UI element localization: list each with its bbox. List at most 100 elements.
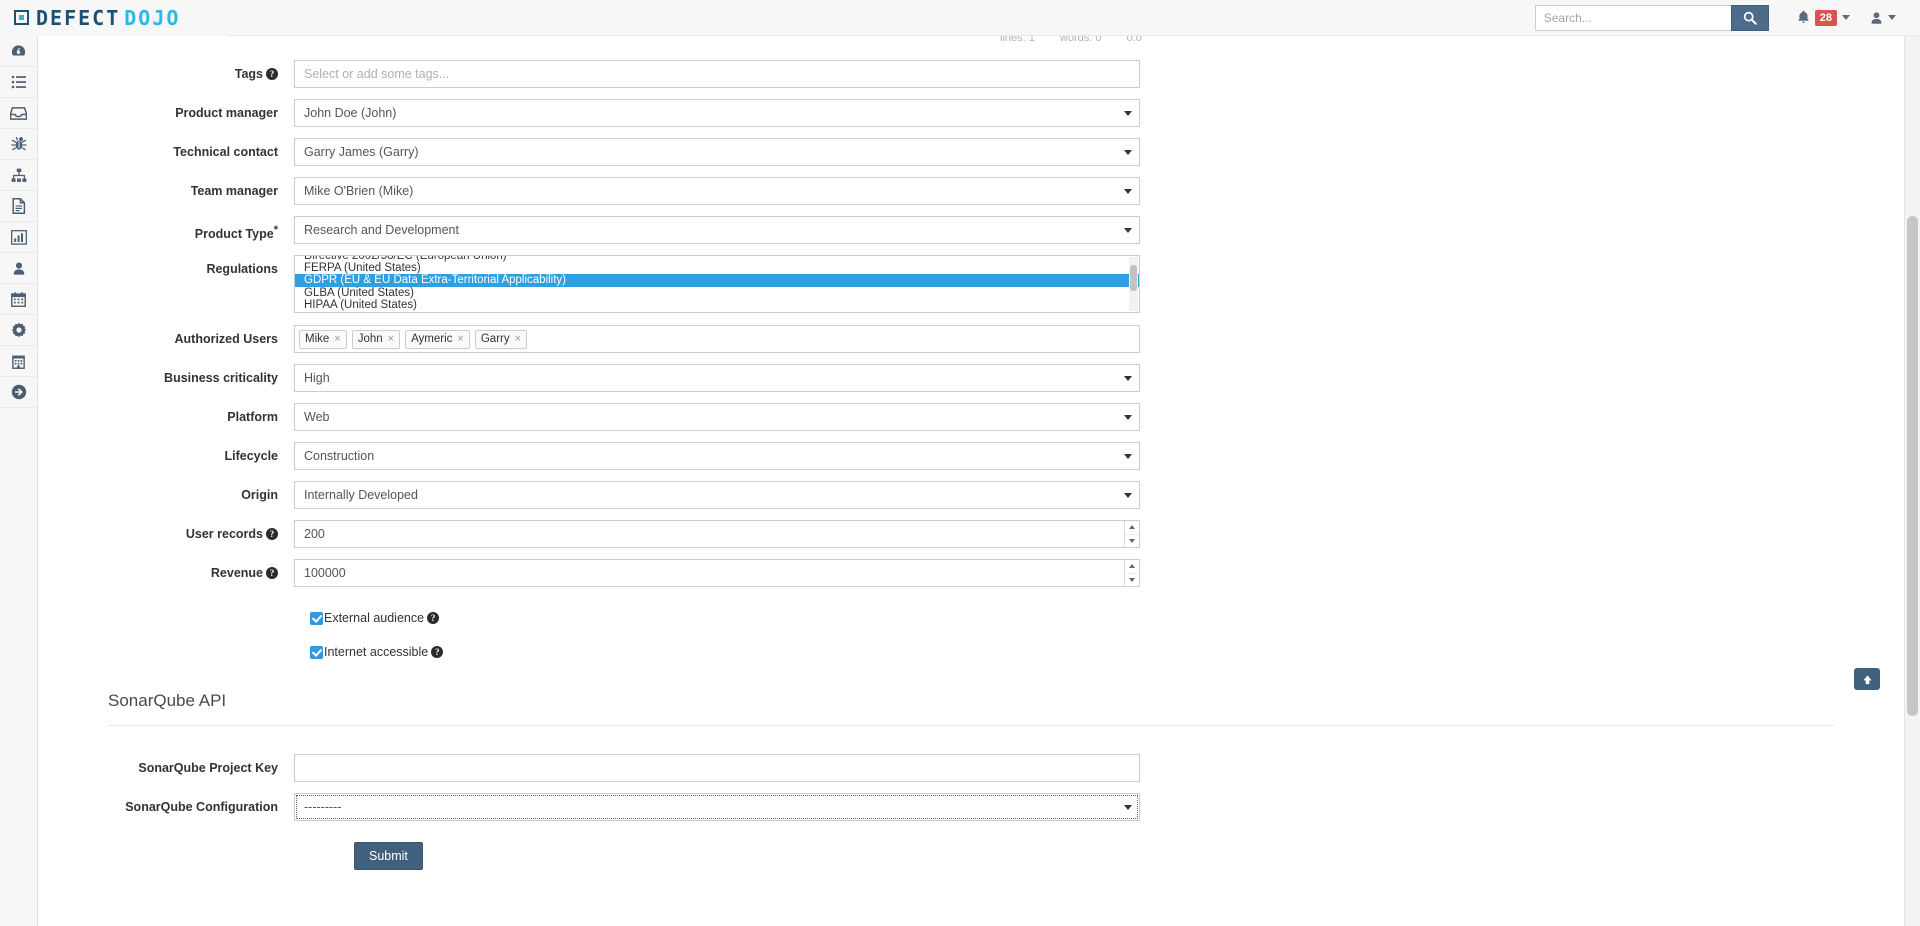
sidebar-item-users[interactable] (0, 253, 37, 284)
sonarqube-project-key-input[interactable] (294, 754, 1140, 782)
defectdojo-logo: DEFECT DOJO (14, 8, 180, 28)
notifications-menu[interactable]: 28 (1787, 0, 1860, 36)
user-records-stepper[interactable] (1124, 521, 1139, 547)
business-criticality-select[interactable]: High (294, 364, 1140, 392)
sonarqube-section-title: SonarQube API (108, 691, 227, 710)
search-icon (1743, 11, 1757, 25)
sidebar-item-settings[interactable] (0, 315, 37, 346)
internet-accessible-label[interactable]: Internet accessible (324, 645, 428, 659)
origin-select[interactable]: Internally Developed (294, 481, 1140, 509)
sidebar-item-organization[interactable] (0, 346, 37, 377)
sidebar-item-expand[interactable] (0, 377, 37, 408)
regulations-scrollbar-thumb[interactable] (1130, 265, 1137, 291)
chip-label: Aymeric (411, 332, 453, 345)
arrow-circle-right-icon (11, 384, 26, 400)
search-button[interactable] (1730, 4, 1769, 31)
chevron-down-icon (1121, 482, 1135, 508)
sidebar-item-vulnerabilities[interactable] (0, 129, 37, 160)
user-records-input[interactable] (294, 520, 1140, 548)
revenue-input[interactable] (294, 559, 1140, 587)
brand-logo[interactable]: DEFECT DOJO (0, 0, 228, 36)
chip-remove-icon[interactable]: × (457, 332, 463, 347)
regulation-option[interactable]: HIPAA (United States) (295, 299, 1139, 311)
sidebar-item-products[interactable] (0, 160, 37, 191)
chevron-down-icon (1121, 100, 1135, 126)
business-criticality-value: High (304, 371, 330, 385)
editor-status-bar: lines: 1 words: 0 0.0 (1000, 36, 1164, 44)
platform-select[interactable]: Web (294, 403, 1140, 431)
external-audience-checkbox[interactable] (310, 611, 323, 625)
inbox-icon (10, 106, 27, 120)
chevron-down-icon (1121, 365, 1135, 391)
sidebar-item-reports[interactable] (0, 191, 37, 222)
logo-square-icon (14, 10, 29, 25)
revenue-stepper[interactable] (1124, 560, 1139, 586)
stepper-down-icon[interactable] (1125, 535, 1139, 548)
authorized-user-chip: John × (351, 329, 401, 349)
chip-remove-icon[interactable]: × (388, 332, 394, 347)
regulation-option[interactable]: Directive 2002/58/EC (European Union) (295, 256, 1139, 262)
required-marker: * (273, 224, 278, 236)
label-user-records: User records? (38, 520, 294, 541)
regulations-listbox[interactable]: Directive 2002/58/EC (European Union) FER… (294, 255, 1140, 313)
help-icon[interactable]: ? (266, 68, 278, 80)
field-row-lifecycle: Lifecycle Construction (38, 442, 1904, 470)
internet-accessible-checkbox[interactable] (310, 645, 323, 659)
field-row-team-manager: Team manager Mike O'Brien (Mike) (38, 177, 1904, 205)
chevron-down-icon (1121, 794, 1135, 820)
help-icon[interactable]: ? (266, 567, 278, 579)
stepper-down-icon[interactable] (1125, 574, 1139, 587)
regulations-scrollbar[interactable] (1129, 257, 1138, 311)
page-scrollbar-thumb[interactable] (1907, 216, 1918, 716)
tags-input[interactable] (294, 60, 1140, 88)
gear-icon (11, 322, 26, 338)
chip-remove-icon[interactable]: × (334, 332, 340, 347)
sonarqube-configuration-select[interactable]: --------- (294, 793, 1140, 821)
sidebar-item-findings[interactable] (0, 67, 37, 98)
logo-defect-text: DEFECT (36, 5, 121, 30)
product-type-select[interactable]: Research and Development (294, 216, 1140, 244)
sidebar-item-engagements[interactable] (0, 98, 37, 129)
lifecycle-select[interactable]: Construction (294, 442, 1140, 470)
technical-contact-value: Garry James (Garry) (304, 145, 419, 159)
help-icon[interactable]: ? (427, 612, 440, 624)
scroll-to-top-button[interactable] (1854, 668, 1880, 690)
regulation-option[interactable]: FERPA (United States) (295, 262, 1139, 274)
origin-value: Internally Developed (304, 488, 418, 502)
help-icon[interactable]: ? (431, 646, 444, 658)
label-business-criticality: Business criticality (164, 371, 278, 385)
user-menu[interactable] (1860, 0, 1906, 36)
bell-icon (1797, 10, 1809, 23)
sidebar-item-calendar[interactable] (0, 284, 37, 315)
sidebar-item-metrics[interactable] (0, 222, 37, 253)
field-row-tags: Tags? (38, 60, 1904, 88)
product-manager-select[interactable]: John Doe (John) (294, 99, 1140, 127)
authorized-users-input[interactable]: Mike × John × Aymeric × Garry × (294, 325, 1140, 353)
regulation-option[interactable]: GDPR (EU & EU Data Extra-Territorial App… (295, 274, 1139, 287)
chevron-down-icon (1121, 139, 1135, 165)
chevron-down-icon (1121, 217, 1135, 243)
sidebar-item-dashboard[interactable] (0, 36, 37, 67)
authorized-user-chip: Mike × (299, 329, 347, 349)
stepper-up-icon[interactable] (1125, 560, 1139, 574)
label-regulations: Regulations (206, 262, 278, 276)
help-icon[interactable]: ? (266, 528, 278, 540)
authorized-user-chip: Aymeric × (405, 329, 470, 349)
label-authorized-users: Authorized Users (174, 332, 279, 346)
main-content: lines: 1 words: 0 0.0 Tags? Product mana… (38, 36, 1904, 926)
external-audience-label[interactable]: External audience (324, 611, 424, 625)
submit-button[interactable]: Submit (354, 842, 423, 870)
technical-contact-select[interactable]: Garry James (Garry) (294, 138, 1140, 166)
bug-icon (10, 136, 27, 151)
chip-remove-icon[interactable]: × (515, 332, 521, 347)
file-icon (11, 198, 25, 214)
page-scrollbar[interactable] (1904, 36, 1920, 926)
arrow-up-icon (1862, 674, 1872, 684)
regulation-option[interactable]: GLBA (United States) (295, 287, 1139, 299)
team-manager-select[interactable]: Mike O'Brien (Mike) (294, 177, 1140, 205)
search-input[interactable] (1534, 4, 1731, 31)
label-platform: Platform (227, 410, 278, 424)
list-icon (11, 75, 26, 89)
stepper-up-icon[interactable] (1125, 521, 1139, 535)
label-tags-text: Tags (234, 67, 263, 81)
